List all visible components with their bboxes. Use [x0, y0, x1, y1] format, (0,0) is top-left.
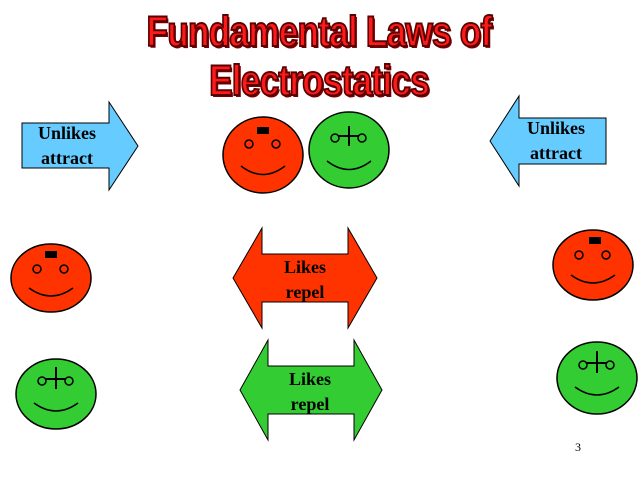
likes-green-line2: repel	[290, 394, 330, 414]
negative-face-icon	[10, 243, 92, 313]
likes-repel-red-label: Likes repel	[265, 255, 345, 305]
unlikes-attract-left-label: Unlikes attract	[22, 121, 112, 171]
negative-face-icon	[222, 116, 304, 194]
positive-face-icon	[308, 111, 390, 189]
slide-title: Fundamental Laws of Electrostatics	[146, 7, 493, 106]
unlikes-left-line2: attract	[41, 148, 93, 168]
likes-red-line2: repel	[285, 282, 325, 302]
page-number: 3	[575, 440, 581, 454]
unlikes-right-line2: attract	[530, 143, 582, 163]
unlikes-right-line1: Unlikes	[526, 118, 586, 138]
positive-face-icon	[15, 358, 97, 430]
likes-green-line1: Likes	[288, 369, 331, 389]
likes-red-line1: Likes	[283, 257, 326, 277]
positive-face-icon	[556, 341, 638, 415]
negative-face-icon	[552, 229, 634, 301]
likes-repel-green-label: Likes repel	[270, 367, 350, 417]
unlikes-attract-right-label: Unlikes attract	[510, 116, 602, 166]
unlikes-left-line1: Unlikes	[37, 123, 97, 143]
